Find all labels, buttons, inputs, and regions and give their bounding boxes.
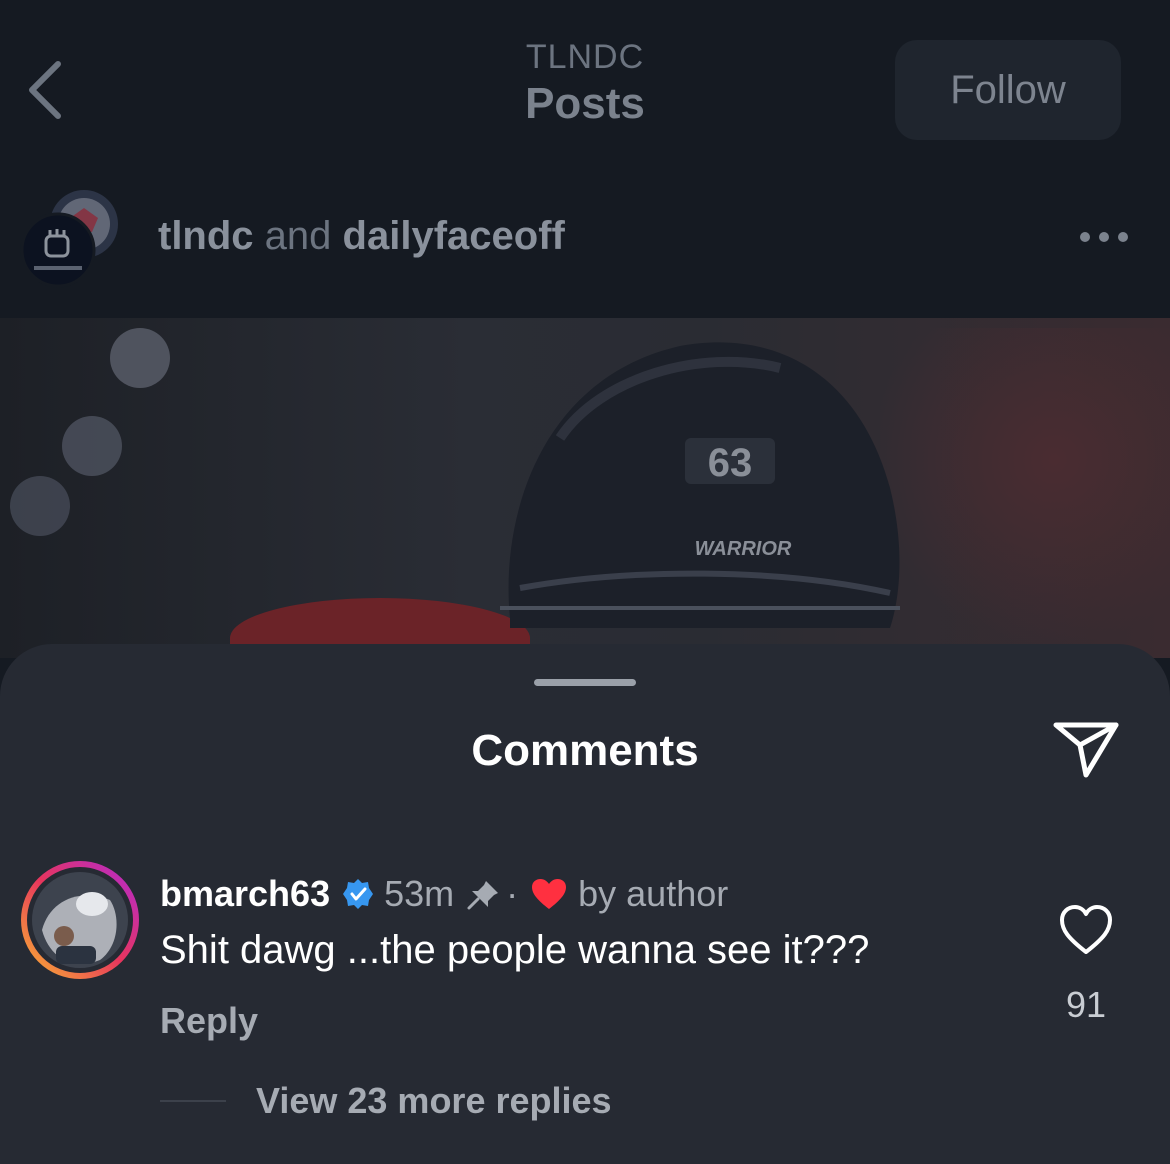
- commenter-avatar[interactable]: [20, 860, 140, 980]
- comment-text: Shit dawg ...the people wanna see it???: [160, 928, 870, 972]
- helmet-brand: WARRIOR: [695, 538, 792, 560]
- crowd-blur: [880, 328, 1170, 658]
- author-link-tlndc[interactable]: tlndc: [158, 214, 254, 258]
- view-more-replies-button[interactable]: View 23 more replies: [160, 1076, 612, 1126]
- reply-button[interactable]: Reply: [160, 1000, 258, 1042]
- liked-by-author-label: by author: [578, 873, 729, 914]
- like-count: 91: [1065, 984, 1107, 1025]
- pin-icon: [467, 881, 499, 910]
- sheet-grabber-handle[interactable]: [534, 679, 636, 686]
- sheet-title: Comments: [471, 726, 699, 775]
- post-authors: tlndc and dailyfaceoff: [158, 214, 565, 259]
- post-author-row: tlndc and dailyfaceoff: [0, 180, 1170, 300]
- author-connector: and: [264, 214, 332, 258]
- top-navigation-bar: TLNDC Posts Follow: [0, 0, 1170, 170]
- separator-dot: ·: [506, 873, 519, 914]
- verified-badge-icon: [343, 879, 374, 909]
- bokeh-light: [10, 476, 70, 536]
- replies-divider-line: [160, 1100, 226, 1102]
- like-heart-icon[interactable]: [1058, 904, 1114, 956]
- comment-timestamp: 53m: [384, 873, 455, 914]
- view-replies-label: View 23 more replies: [256, 1080, 612, 1121]
- comment-header: bmarch63 53m · by author: [160, 872, 728, 916]
- bokeh-light: [62, 416, 122, 476]
- share-send-icon[interactable]: [1050, 719, 1122, 781]
- comment-username[interactable]: bmarch63: [160, 873, 330, 915]
- comment-item: bmarch63 53m · by author Shit dawg ...th…: [0, 854, 1170, 1054]
- follow-button[interactable]: Follow: [895, 40, 1121, 140]
- liked-by-author-heart-icon: [532, 879, 567, 909]
- helmet-number: 63: [708, 441, 753, 485]
- author-link-dailyfaceoff[interactable]: dailyfaceoff: [343, 214, 565, 258]
- hockey-helmet-image: 63 WARRIOR: [500, 342, 900, 628]
- comments-sheet: Comments bmarch63 53m · by author Shit d…: [0, 644, 1170, 1164]
- bokeh-light: [110, 328, 170, 388]
- collab-avatars-icon[interactable]: [20, 188, 120, 288]
- post-photo[interactable]: 63 WARRIOR: [0, 318, 1170, 658]
- more-options-icon[interactable]: [1078, 230, 1130, 244]
